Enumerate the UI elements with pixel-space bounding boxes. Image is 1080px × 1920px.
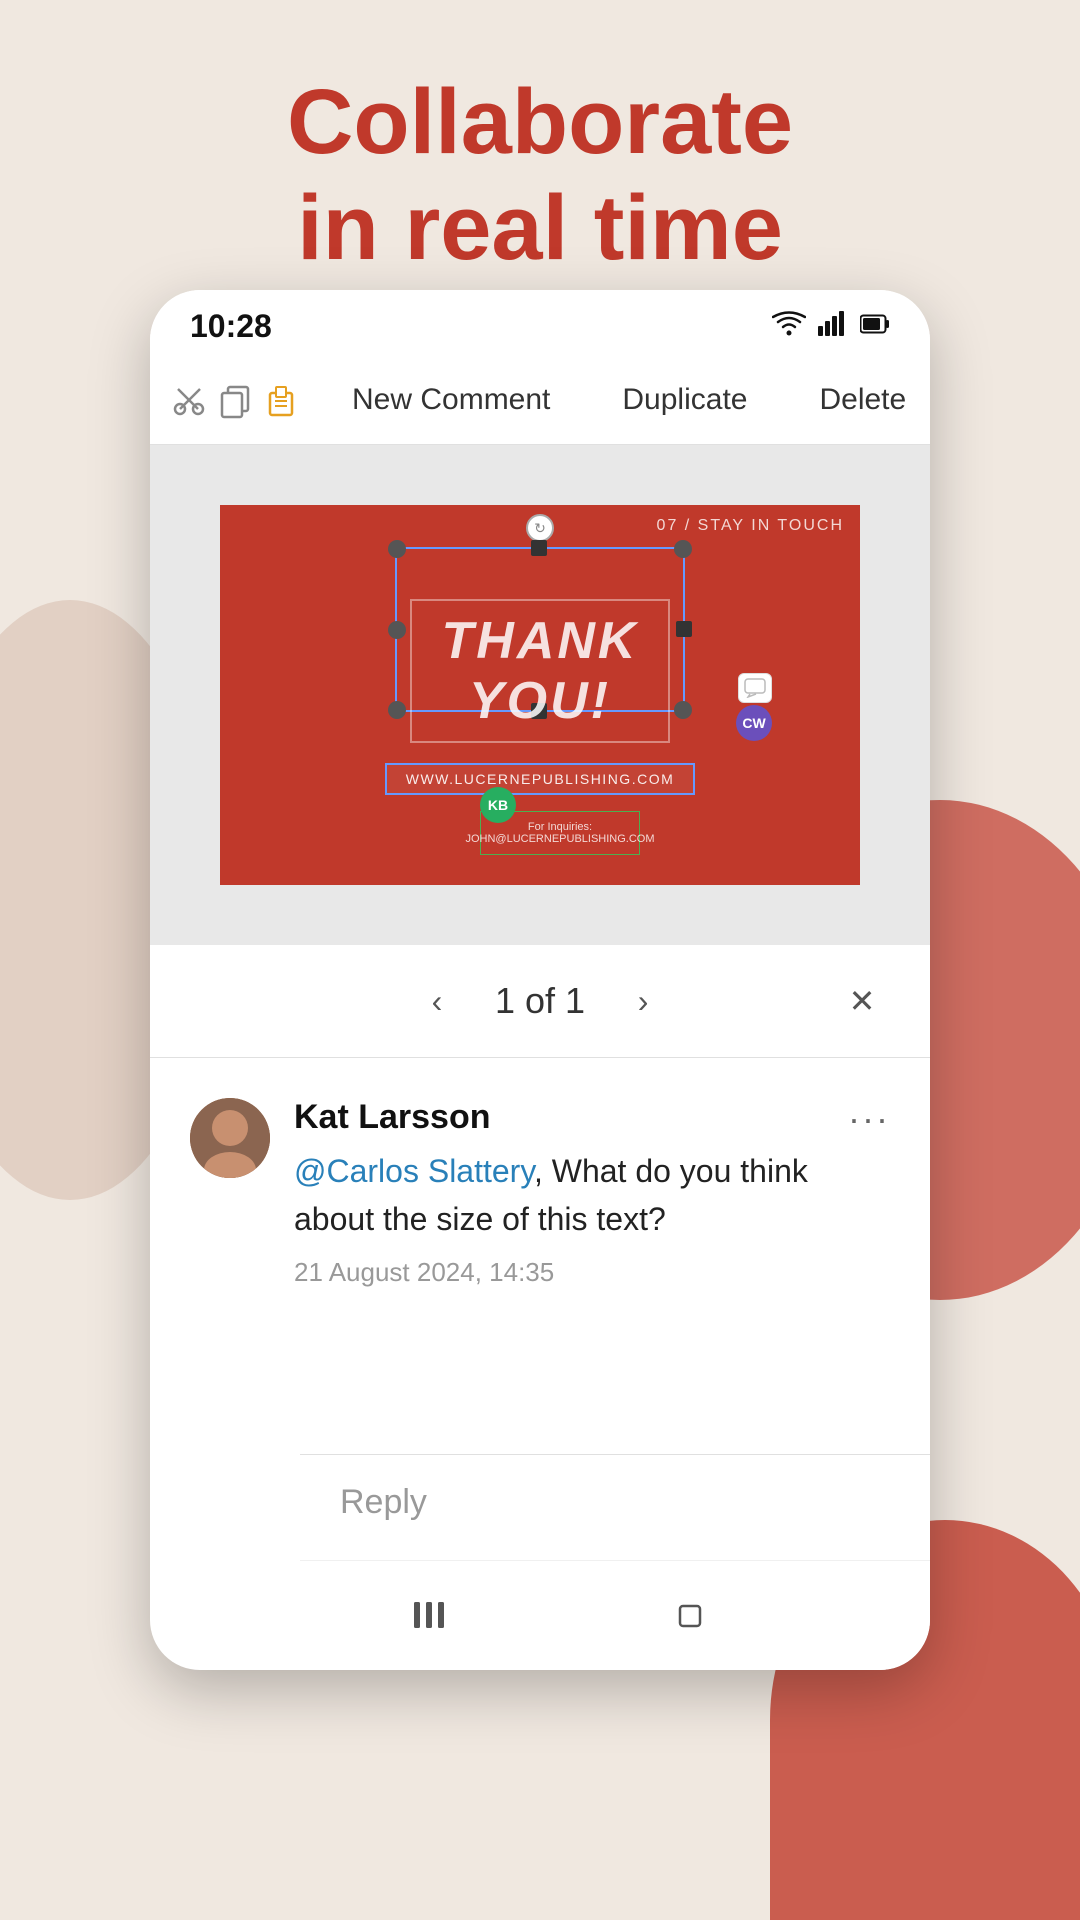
status-bar: 10:28 xyxy=(150,290,930,355)
new-comment-button[interactable]: New Comment xyxy=(324,373,578,427)
pagination-bar: ‹ 1 of 1 › ✕ xyxy=(150,945,930,1058)
prev-page-button[interactable]: ‹ xyxy=(409,973,465,1029)
comment-user-info: Kat Larsson @Carlos Slattery, What do yo… xyxy=(190,1098,848,1288)
comment-timestamp: 21 August 2024, 14:35 xyxy=(294,1257,848,1288)
hero-title: Collaborate in real time xyxy=(0,70,1080,282)
comment-header: Kat Larsson @Carlos Slattery, What do yo… xyxy=(190,1098,890,1288)
comment-username: Kat Larsson xyxy=(294,1098,848,1137)
mention: @Carlos Slattery xyxy=(294,1153,534,1189)
selection-box[interactable]: ↻ THANK YOU! xyxy=(395,547,685,712)
url-box[interactable]: WWW.LUCERNEPUBLISHING.COM xyxy=(385,763,695,795)
signal-icon xyxy=(818,310,848,343)
pagination-text: 1 of 1 xyxy=(495,980,585,1022)
handle-br[interactable] xyxy=(674,701,692,719)
handle-ml[interactable] xyxy=(388,621,406,639)
handle-bl[interactable] xyxy=(388,701,406,719)
bottom-nav xyxy=(300,1560,930,1670)
comment-bubble-icon[interactable] xyxy=(738,673,772,703)
comment-content: Kat Larsson @Carlos Slattery, What do yo… xyxy=(294,1098,848,1288)
avatar xyxy=(190,1098,270,1178)
phone-mockup: 10:28 xyxy=(150,290,930,1670)
cut-button[interactable] xyxy=(170,370,208,430)
slide-label: 07 / STAY IN TOUCH xyxy=(657,517,844,535)
toolbar: New Comment Duplicate Delete xyxy=(150,355,930,445)
wifi-icon xyxy=(772,310,806,343)
status-time: 10:28 xyxy=(190,308,272,345)
menu-nav-button[interactable] xyxy=(390,1586,470,1646)
back-nav-button[interactable] xyxy=(910,1586,930,1646)
comment-more-button[interactable]: ··· xyxy=(848,1098,890,1140)
handle-tr[interactable] xyxy=(674,540,692,558)
reply-input[interactable]: Reply xyxy=(340,1483,930,1522)
canvas-area[interactable]: 07 / STAY IN TOUCH ↻ THANK YOU! xyxy=(150,445,930,945)
close-pagination-button[interactable]: ✕ xyxy=(834,973,890,1029)
comment-section: Kat Larsson @Carlos Slattery, What do yo… xyxy=(150,1058,930,1348)
paste-button[interactable] xyxy=(262,370,300,430)
reply-bar: Reply xyxy=(300,1454,930,1550)
rotate-handle[interactable]: ↻ xyxy=(526,514,554,542)
comment-text: @Carlos Slattery, What do you think abou… xyxy=(294,1147,848,1243)
handle-tm[interactable] xyxy=(531,540,547,556)
handle-tl[interactable] xyxy=(388,540,406,558)
home-nav-button[interactable] xyxy=(650,1586,730,1646)
user-badge-cw: CW xyxy=(736,705,772,741)
handle-mr[interactable] xyxy=(676,621,692,637)
copy-button[interactable] xyxy=(216,370,254,430)
slide-main-text: THANK YOU! xyxy=(410,599,670,743)
delete-button[interactable]: Delete xyxy=(791,373,930,427)
duplicate-button[interactable]: Duplicate xyxy=(594,373,775,427)
battery-icon xyxy=(860,311,890,342)
slide[interactable]: 07 / STAY IN TOUCH ↻ THANK YOU! xyxy=(220,505,860,885)
user-badge-kb: KB xyxy=(480,787,516,823)
next-page-button[interactable]: › xyxy=(615,973,671,1029)
status-icons xyxy=(772,310,890,343)
